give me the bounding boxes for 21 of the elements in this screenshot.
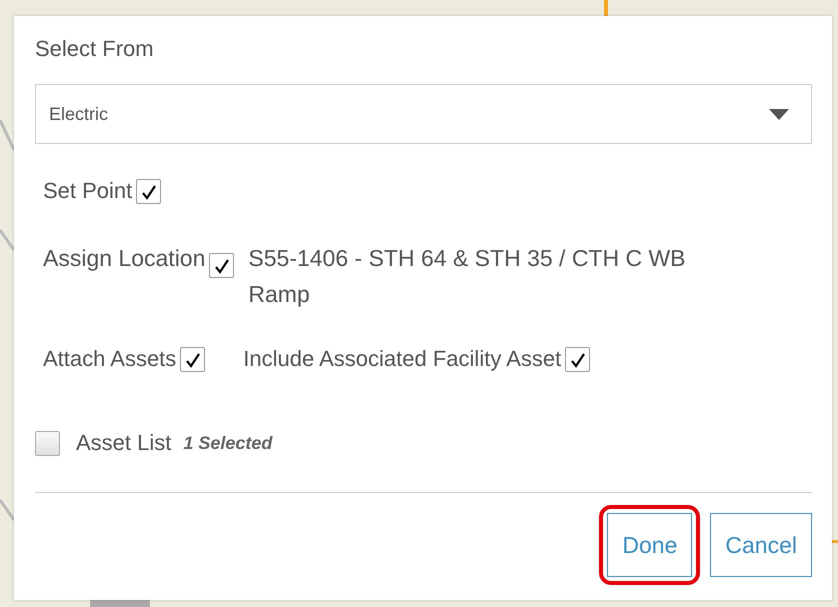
option-label: Include Associated Facility Asset — [243, 346, 562, 372]
dialog-button[interactable]: Cancel — [710, 513, 812, 577]
dialog-button[interactable]: Done — [607, 513, 692, 577]
check-icon — [140, 184, 158, 202]
check-icon — [213, 258, 232, 276]
checkbox[interactable] — [136, 178, 162, 204]
checkbox[interactable] — [35, 430, 60, 456]
dialog-title: Select From — [35, 36, 155, 63]
option-label: Asset List — [76, 430, 172, 456]
caret-icon — [769, 108, 789, 120]
option-label: Attach Assets — [43, 346, 176, 372]
selected-count: 1 Selected — [183, 432, 272, 454]
option-label: Set Point — [43, 178, 132, 204]
checkbox[interactable] — [209, 253, 234, 278]
checkbox[interactable] — [565, 346, 590, 372]
checkbox[interactable] — [180, 346, 206, 372]
check-icon — [569, 352, 588, 370]
option-label: Assign Location — [43, 244, 206, 273]
check-icon — [184, 352, 202, 370]
dropdown[interactable]: Electric — [35, 84, 812, 144]
location-value: S55-1406 - STH 64 & STH 35 / CTH C WB Ramp — [248, 244, 687, 309]
